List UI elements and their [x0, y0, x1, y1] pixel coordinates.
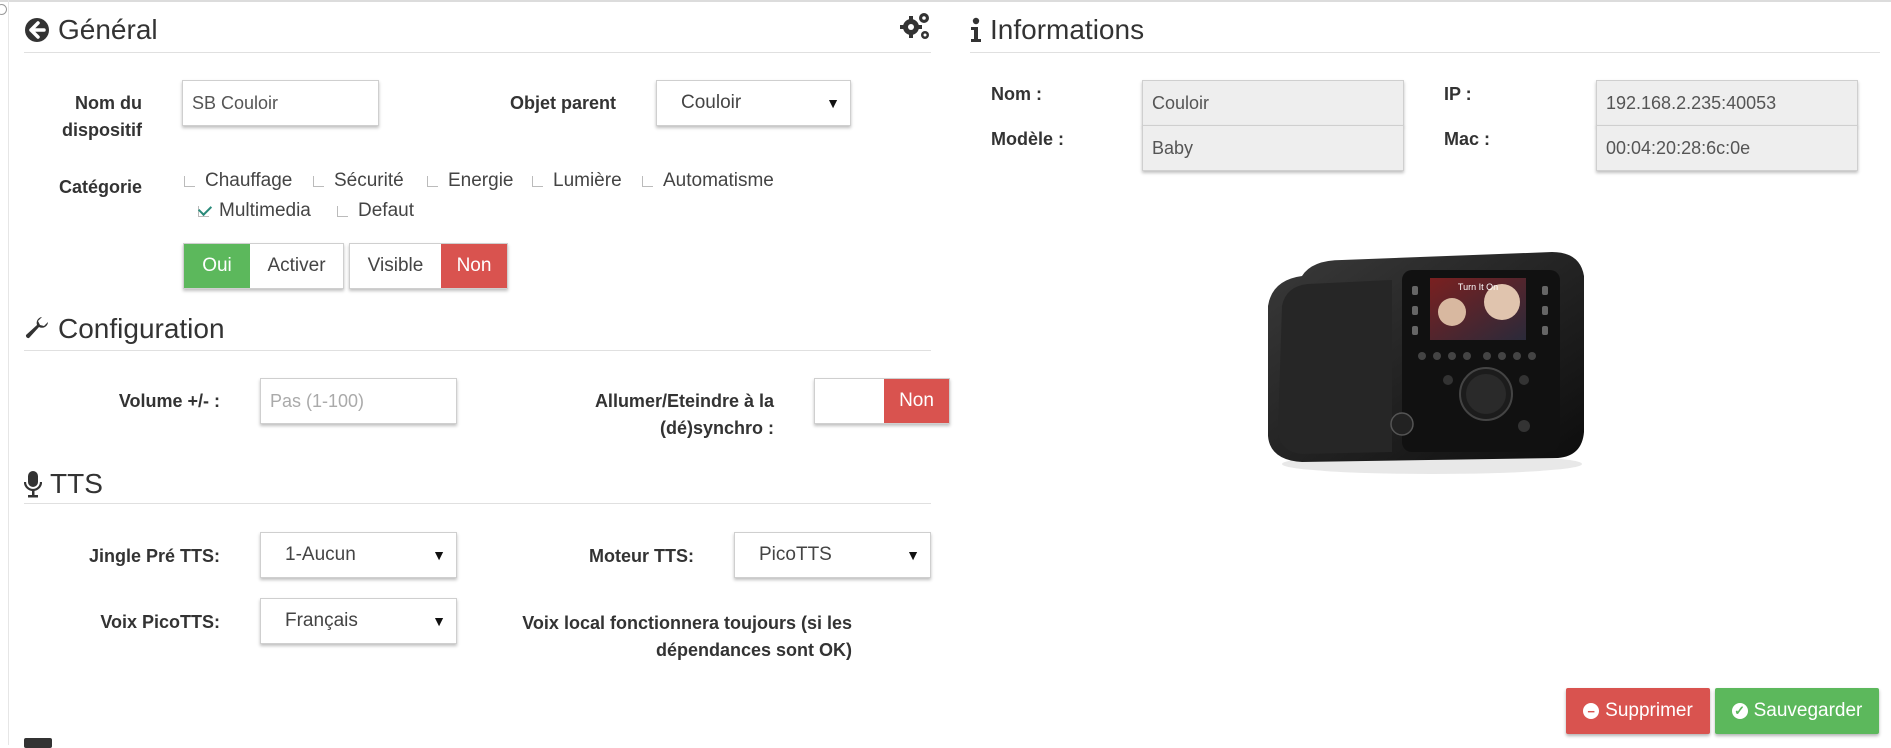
category-label: Energie — [448, 170, 514, 191]
sync-label: Allumer/Eteindre à la (dé)synchro : — [594, 391, 774, 438]
voix-select[interactable]: Français ▼ — [260, 598, 457, 644]
category-checkbox-automatisme[interactable]: Automatisme — [642, 170, 774, 192]
checkbox-box[interactable] — [313, 175, 324, 187]
sync-off-area[interactable] — [815, 379, 884, 423]
sync-toggle[interactable]: Non — [814, 378, 950, 424]
arrow-circle-left-icon[interactable] — [24, 17, 50, 43]
next-section-icon — [24, 738, 52, 748]
wrench-icon — [25, 317, 48, 339]
check-circle-icon: ✓ — [1731, 703, 1748, 719]
voix-value: Français — [285, 610, 358, 631]
info-nom-field: Couloir — [1142, 80, 1404, 126]
category-label: Lumière — [553, 170, 622, 191]
configuration-divider — [24, 350, 931, 351]
objet-parent-select[interactable]: Couloir ▼ — [656, 80, 851, 126]
jingle-select[interactable]: 1-Aucun ▼ — [260, 532, 457, 578]
categorie-label: Catégorie — [58, 177, 142, 197]
voix-label: Voix PicoTTS: — [100, 612, 220, 632]
top-edge — [0, 0, 1891, 2]
visible-toggle[interactable]: Visible Non — [349, 243, 508, 289]
moteur-label: Moteur TTS: — [589, 546, 694, 566]
jingle-value: 1-Aucun — [285, 544, 356, 565]
info-mac-field: 00:04:20:28:6c:0e — [1596, 125, 1858, 171]
voix-note: Voix local fonctionnera toujours (si les… — [522, 613, 852, 660]
informations-divider — [970, 52, 1880, 53]
section-title-configuration: Configuration — [24, 313, 225, 345]
checkbox-box-checked[interactable] — [198, 205, 209, 217]
general-title-text: Général — [58, 14, 158, 45]
page-left-edge — [0, 0, 9, 745]
caret-down-icon: ▼ — [906, 547, 920, 563]
nom-dispositif-label: Nom du dispositif — [62, 93, 142, 140]
delete-label: Supprimer — [1605, 700, 1693, 721]
volume-label: Volume +/- : — [118, 391, 220, 411]
objet-parent-value: Couloir — [681, 92, 742, 113]
checkbox-box[interactable] — [337, 205, 348, 217]
section-title-general: Général — [24, 14, 158, 46]
tts-title-text: TTS — [50, 468, 103, 499]
general-divider — [24, 52, 931, 53]
microphone-icon — [24, 471, 42, 498]
checkbox-box[interactable] — [532, 175, 543, 187]
info-mac-label: Mac : — [1444, 129, 1491, 149]
checkbox-box[interactable] — [184, 175, 195, 187]
activer-state[interactable]: Oui — [184, 244, 250, 288]
caret-down-icon: ▼ — [826, 95, 840, 111]
category-checkbox-defaut[interactable]: Defaut — [337, 200, 414, 222]
jingle-label: Jingle Pré TTS: — [88, 546, 220, 566]
delete-button[interactable]: − Supprimer — [1566, 688, 1710, 734]
category-checkbox-multimedia[interactable]: Multimedia — [198, 200, 311, 222]
info-modele-label: Modèle : — [991, 129, 1065, 149]
category-label: Multimedia — [219, 200, 311, 221]
info-ip-label: IP : — [1444, 84, 1472, 104]
configuration-title-text: Configuration — [58, 313, 225, 344]
objet-parent-label: Objet parent — [509, 93, 616, 113]
informations-title-text: Informations — [990, 14, 1145, 45]
category-label: Sécurité — [334, 170, 404, 191]
activer-label[interactable]: Activer — [250, 244, 343, 288]
volume-input[interactable]: Pas (1-100) — [260, 378, 457, 424]
visible-label[interactable]: Visible — [350, 244, 441, 288]
info-ip-field: 192.168.2.235:40053 — [1596, 80, 1858, 126]
category-label: Automatisme — [663, 170, 774, 191]
info-modele-field: Baby — [1142, 125, 1404, 171]
gears-icon[interactable] — [900, 10, 932, 42]
tts-divider — [24, 503, 931, 504]
info-nom-label: Nom : — [991, 84, 1042, 104]
sync-state[interactable]: Non — [884, 379, 949, 423]
device-screen-text: Turn It On — [1458, 282, 1498, 292]
device-image: Turn It On — [1268, 252, 1584, 474]
checkbox-box[interactable] — [427, 175, 438, 187]
info-icon — [971, 17, 981, 42]
moteur-value: PicoTTS — [759, 544, 832, 565]
category-checkbox-securite[interactable]: Sécurité — [313, 170, 404, 192]
moteur-select[interactable]: PicoTTS ▼ — [734, 532, 931, 578]
caret-down-icon: ▼ — [432, 613, 446, 629]
nom-dispositif-input[interactable]: SB Couloir — [182, 80, 379, 126]
save-button[interactable]: ✓ Sauvegarder — [1715, 688, 1879, 734]
category-checkbox-lumiere[interactable]: Lumière — [532, 170, 622, 192]
visible-state[interactable]: Non — [441, 244, 507, 288]
minus-circle-icon: − — [1583, 703, 1600, 719]
section-title-tts: TTS — [24, 468, 103, 500]
category-label: Chauffage — [205, 170, 293, 191]
checkbox-box[interactable] — [642, 175, 653, 187]
section-title-informations: Informations — [970, 14, 1144, 46]
save-label: Sauvegarder — [1753, 700, 1863, 721]
category-checkbox-energie[interactable]: Energie — [427, 170, 514, 192]
category-checkbox-chauffage[interactable]: Chauffage — [184, 170, 292, 192]
category-label: Defaut — [358, 200, 414, 221]
activer-toggle[interactable]: Oui Activer — [183, 243, 344, 289]
caret-down-icon: ▼ — [432, 547, 446, 563]
